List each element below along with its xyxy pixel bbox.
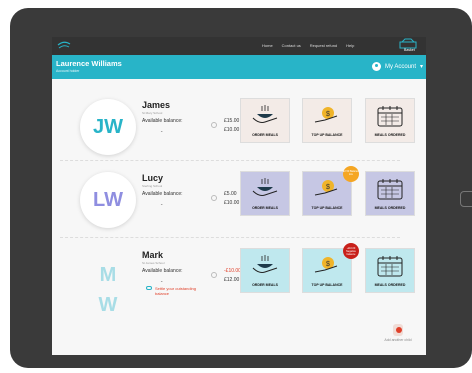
order-meals-tile[interactable]: ORDER MEALS bbox=[240, 171, 290, 216]
outstanding-balance-warning[interactable]: Settle your outstanding balance bbox=[146, 286, 209, 296]
child-name: Lucy bbox=[142, 173, 164, 183]
child-name: Mark bbox=[142, 250, 164, 260]
account-holder-name: Laurence Williams bbox=[56, 59, 122, 68]
nav-home-link[interactable]: Home bbox=[262, 43, 273, 48]
add-child-label: Add another child bbox=[384, 338, 412, 342]
calendar-icon bbox=[377, 179, 403, 200]
initials-line-1: M bbox=[99, 264, 117, 286]
child-school: St James School bbox=[142, 261, 165, 265]
child-initials-avatar: LW bbox=[80, 172, 136, 228]
expand-chevron-icon[interactable]: ⌄ bbox=[160, 128, 163, 133]
nav-help-link[interactable]: Help bbox=[346, 43, 354, 48]
child-card-mark: M W Mark St James School Available balan… bbox=[80, 243, 415, 325]
available-balance-value: £5.00 bbox=[224, 191, 237, 197]
my-account-label: My Account bbox=[385, 63, 417, 70]
order-meals-label: ORDER MEALS bbox=[252, 283, 278, 287]
nav-refund-link[interactable]: Request refund bbox=[310, 43, 337, 48]
balance-label: Available balance: bbox=[142, 268, 183, 274]
child-initials-avatar: M W bbox=[80, 255, 136, 325]
order-meals-tile[interactable]: ORDER MEALS bbox=[240, 98, 290, 143]
card-icon bbox=[146, 286, 152, 290]
balance-info-icon[interactable] bbox=[211, 195, 217, 201]
tablet-home-button[interactable] bbox=[460, 191, 472, 207]
child-name: James bbox=[142, 100, 171, 110]
secondary-balance-value: £10.00 bbox=[224, 200, 240, 206]
child-school: St Mary School bbox=[142, 111, 163, 115]
nav-contact-link[interactable]: Contact us bbox=[282, 43, 301, 48]
app-logo-icon[interactable] bbox=[56, 39, 72, 53]
order-meals-label: ORDER MEALS bbox=[252, 133, 278, 137]
available-balance-value: £15.00 bbox=[224, 118, 240, 124]
money-bag-icon: $ bbox=[314, 107, 338, 123]
meals-ordered-tile[interactable]: MEALS ORDERED bbox=[365, 98, 415, 143]
app-screen: Home Contact us Request refund Help Bask… bbox=[52, 37, 426, 355]
top-up-balance-label: TOP UP BALANCE bbox=[311, 206, 343, 210]
card-divider bbox=[60, 160, 400, 161]
my-account-dropdown[interactable]: My Account ▾ bbox=[372, 62, 423, 71]
warning-text: Settle your outstanding balance bbox=[155, 286, 196, 296]
card-divider bbox=[60, 237, 400, 238]
secondary-balance-value: £10.00 bbox=[224, 127, 240, 133]
balance-label: Available balance: bbox=[142, 191, 183, 197]
negative-balance-badge: -£10.00 Negative balance bbox=[343, 243, 359, 259]
meals-ordered-label: MEALS ORDERED bbox=[374, 206, 406, 210]
available-balance-value: -£10.00 bbox=[224, 268, 241, 274]
chevron-down-icon: ▾ bbox=[420, 64, 424, 70]
order-meals-tile[interactable]: ORDER MEALS bbox=[240, 248, 290, 293]
top-nav-links: Home Contact us Request refund Help bbox=[262, 43, 354, 48]
calendar-icon bbox=[377, 106, 403, 127]
svg-text:$: $ bbox=[326, 261, 330, 268]
top-up-balance-tile[interactable]: $ TOP UP BALANCE bbox=[302, 98, 352, 143]
expand-chevron-icon[interactable]: ⌄ bbox=[160, 278, 163, 283]
meals-ordered-label: MEALS ORDERED bbox=[374, 133, 406, 137]
child-initials-avatar: JW bbox=[80, 99, 136, 155]
child-school: Sterling School bbox=[142, 184, 163, 188]
balance-info-icon[interactable] bbox=[211, 272, 217, 278]
balance-info-icon[interactable] bbox=[211, 122, 217, 128]
meal-bowl-icon bbox=[252, 255, 278, 273]
meals-ordered-tile[interactable]: MEALS ORDERED bbox=[365, 248, 415, 293]
meals-ordered-tile[interactable]: MEALS ORDERED bbox=[365, 171, 415, 216]
user-avatar-icon bbox=[372, 62, 381, 71]
meal-bowl-icon bbox=[252, 178, 278, 196]
calendar-icon bbox=[377, 256, 403, 277]
child-card-james: JW James St Mary School Available balanc… bbox=[80, 95, 415, 157]
account-holder-role: Account holder bbox=[56, 69, 80, 73]
basket-label[interactable]: Basket bbox=[404, 48, 415, 52]
low-balance-badge: £2.50 Balance low bbox=[343, 166, 359, 182]
add-another-child-button[interactable]: Add another child bbox=[384, 324, 412, 342]
top-up-balance-label: TOP UP BALANCE bbox=[311, 283, 343, 287]
meal-bowl-icon bbox=[252, 105, 278, 123]
top-up-balance-label: TOP UP BALANCE bbox=[311, 133, 343, 137]
balance-label: Available balance: bbox=[142, 118, 183, 124]
svg-text:$: $ bbox=[326, 184, 330, 191]
svg-text:$: $ bbox=[326, 111, 330, 118]
money-bag-icon: $ bbox=[314, 257, 338, 273]
money-bag-icon: $ bbox=[314, 180, 338, 196]
order-meals-label: ORDER MEALS bbox=[252, 206, 278, 210]
add-child-icon bbox=[393, 324, 403, 336]
initials-line-2: W bbox=[98, 294, 118, 316]
expand-chevron-icon[interactable]: ⌄ bbox=[160, 201, 163, 206]
top-navigation-bar: Home Contact us Request refund Help Bask… bbox=[52, 37, 426, 55]
secondary-balance-value: £12.00 bbox=[224, 277, 240, 283]
meals-ordered-label: MEALS ORDERED bbox=[374, 283, 406, 287]
child-card-lucy: LW Lucy Sterling School Available balanc… bbox=[80, 166, 415, 230]
account-header-bar: Laurence Williams Account holder My Acco… bbox=[52, 55, 426, 79]
